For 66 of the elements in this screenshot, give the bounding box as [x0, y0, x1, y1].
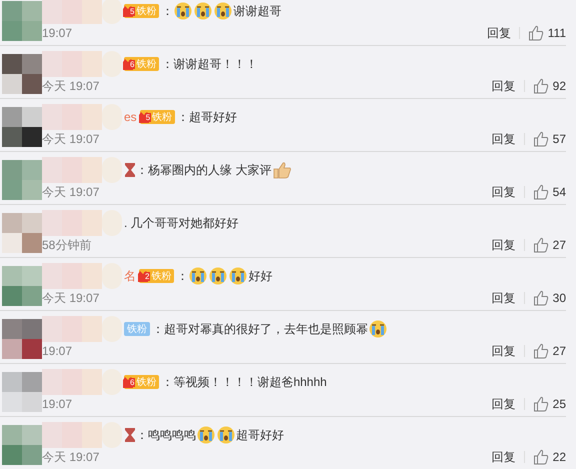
crying-face-icon [197, 426, 215, 444]
reply-link[interactable]: 回复 [492, 396, 516, 412]
comment-time: 今天 19:07 [42, 184, 100, 200]
comment-time: 今天 19:07 [42, 448, 100, 466]
hourglass-icon [125, 163, 135, 177]
fan-badge: 6 铁粉 [124, 375, 160, 389]
crying-face-icon [217, 426, 235, 444]
thumbs-up-icon [528, 25, 544, 41]
reply-link[interactable]: 回复 [492, 236, 516, 254]
comment-time: 今天 19:07 [42, 130, 100, 148]
comment-time: 19:07 [42, 344, 72, 358]
fan-badge: 5 铁粉 [124, 4, 160, 18]
like-button[interactable]: 25 [532, 396, 566, 412]
comment-text: ： [176, 268, 188, 284]
like-button[interactable]: 57 [532, 131, 566, 147]
fan-badge: 2 铁粉 [139, 269, 174, 283]
thumbs-up-icon [532, 184, 549, 200]
fan-badge: 5 铁粉 [140, 110, 176, 124]
reply-link[interactable]: 回复 [492, 342, 516, 360]
comment-time: 19:07 [42, 397, 72, 411]
reply-link[interactable]: 回复 [492, 130, 516, 148]
fan-badge: 6 铁粉 [124, 57, 160, 71]
crying-face-icon [174, 2, 192, 20]
comment-text: ：超哥对幂真的很好了，去年也是照顾幂 [152, 320, 368, 338]
reply-link[interactable]: 回复 [492, 78, 516, 94]
reply-link[interactable]: 回复 [486, 24, 511, 42]
thumbs-up-icon [532, 396, 549, 412]
crying-face-icon [214, 2, 232, 20]
crying-face-icon [189, 267, 208, 285]
comment-text: . 几个哥哥对她都好好 [124, 214, 239, 232]
thumbs-up-icon [532, 290, 549, 306]
comment-text: ：谢谢超哥！！！ [161, 56, 258, 72]
thumbs-up-icon [532, 343, 549, 359]
crying-face-icon [209, 267, 228, 285]
comment-time: 19:07 [42, 26, 72, 40]
reply-link[interactable]: 回复 [492, 290, 516, 306]
like-button[interactable]: 111 [528, 25, 566, 41]
thumbs-up-icon [532, 131, 549, 147]
crying-face-icon [369, 320, 387, 338]
comment-text: 超哥好好 [236, 426, 284, 444]
thumbs-up-icon [272, 161, 292, 179]
thumbs-up-icon [532, 237, 549, 253]
reply-link[interactable]: 回复 [492, 448, 516, 466]
reply-link[interactable]: 回复 [492, 184, 516, 200]
like-button[interactable]: 30 [532, 290, 566, 306]
comment-text: ： [161, 2, 174, 20]
comment-text: ：超哥好好 [177, 108, 238, 126]
comment-text: ：鸣鸣鸣鸣 [136, 426, 196, 444]
crying-face-icon [194, 2, 212, 20]
like-button[interactable]: 27 [532, 237, 566, 253]
comment-time: 58分钟前 [42, 236, 92, 254]
like-button[interactable]: 92 [532, 78, 566, 94]
like-button[interactable]: 22 [532, 449, 566, 465]
comment-time: 今天 19:07 [42, 290, 100, 306]
comment-text: 谢谢超哥 [233, 2, 282, 20]
comment-time: 今天 19:07 [42, 78, 100, 94]
fan-badge: 铁粉 [124, 322, 150, 336]
hourglass-icon [125, 428, 135, 442]
comment-text: 好好 [248, 268, 272, 284]
like-button[interactable]: 54 [532, 184, 566, 200]
like-button[interactable]: 27 [532, 343, 566, 359]
comment-text: ：杨幂圈内的人缘 大家评 [136, 162, 272, 178]
comment-text: ：等视频！！！！谢超爸hhhhh [161, 374, 327, 390]
crying-face-icon [229, 267, 248, 285]
thumbs-up-icon [532, 78, 549, 94]
thumbs-up-icon [532, 449, 549, 465]
